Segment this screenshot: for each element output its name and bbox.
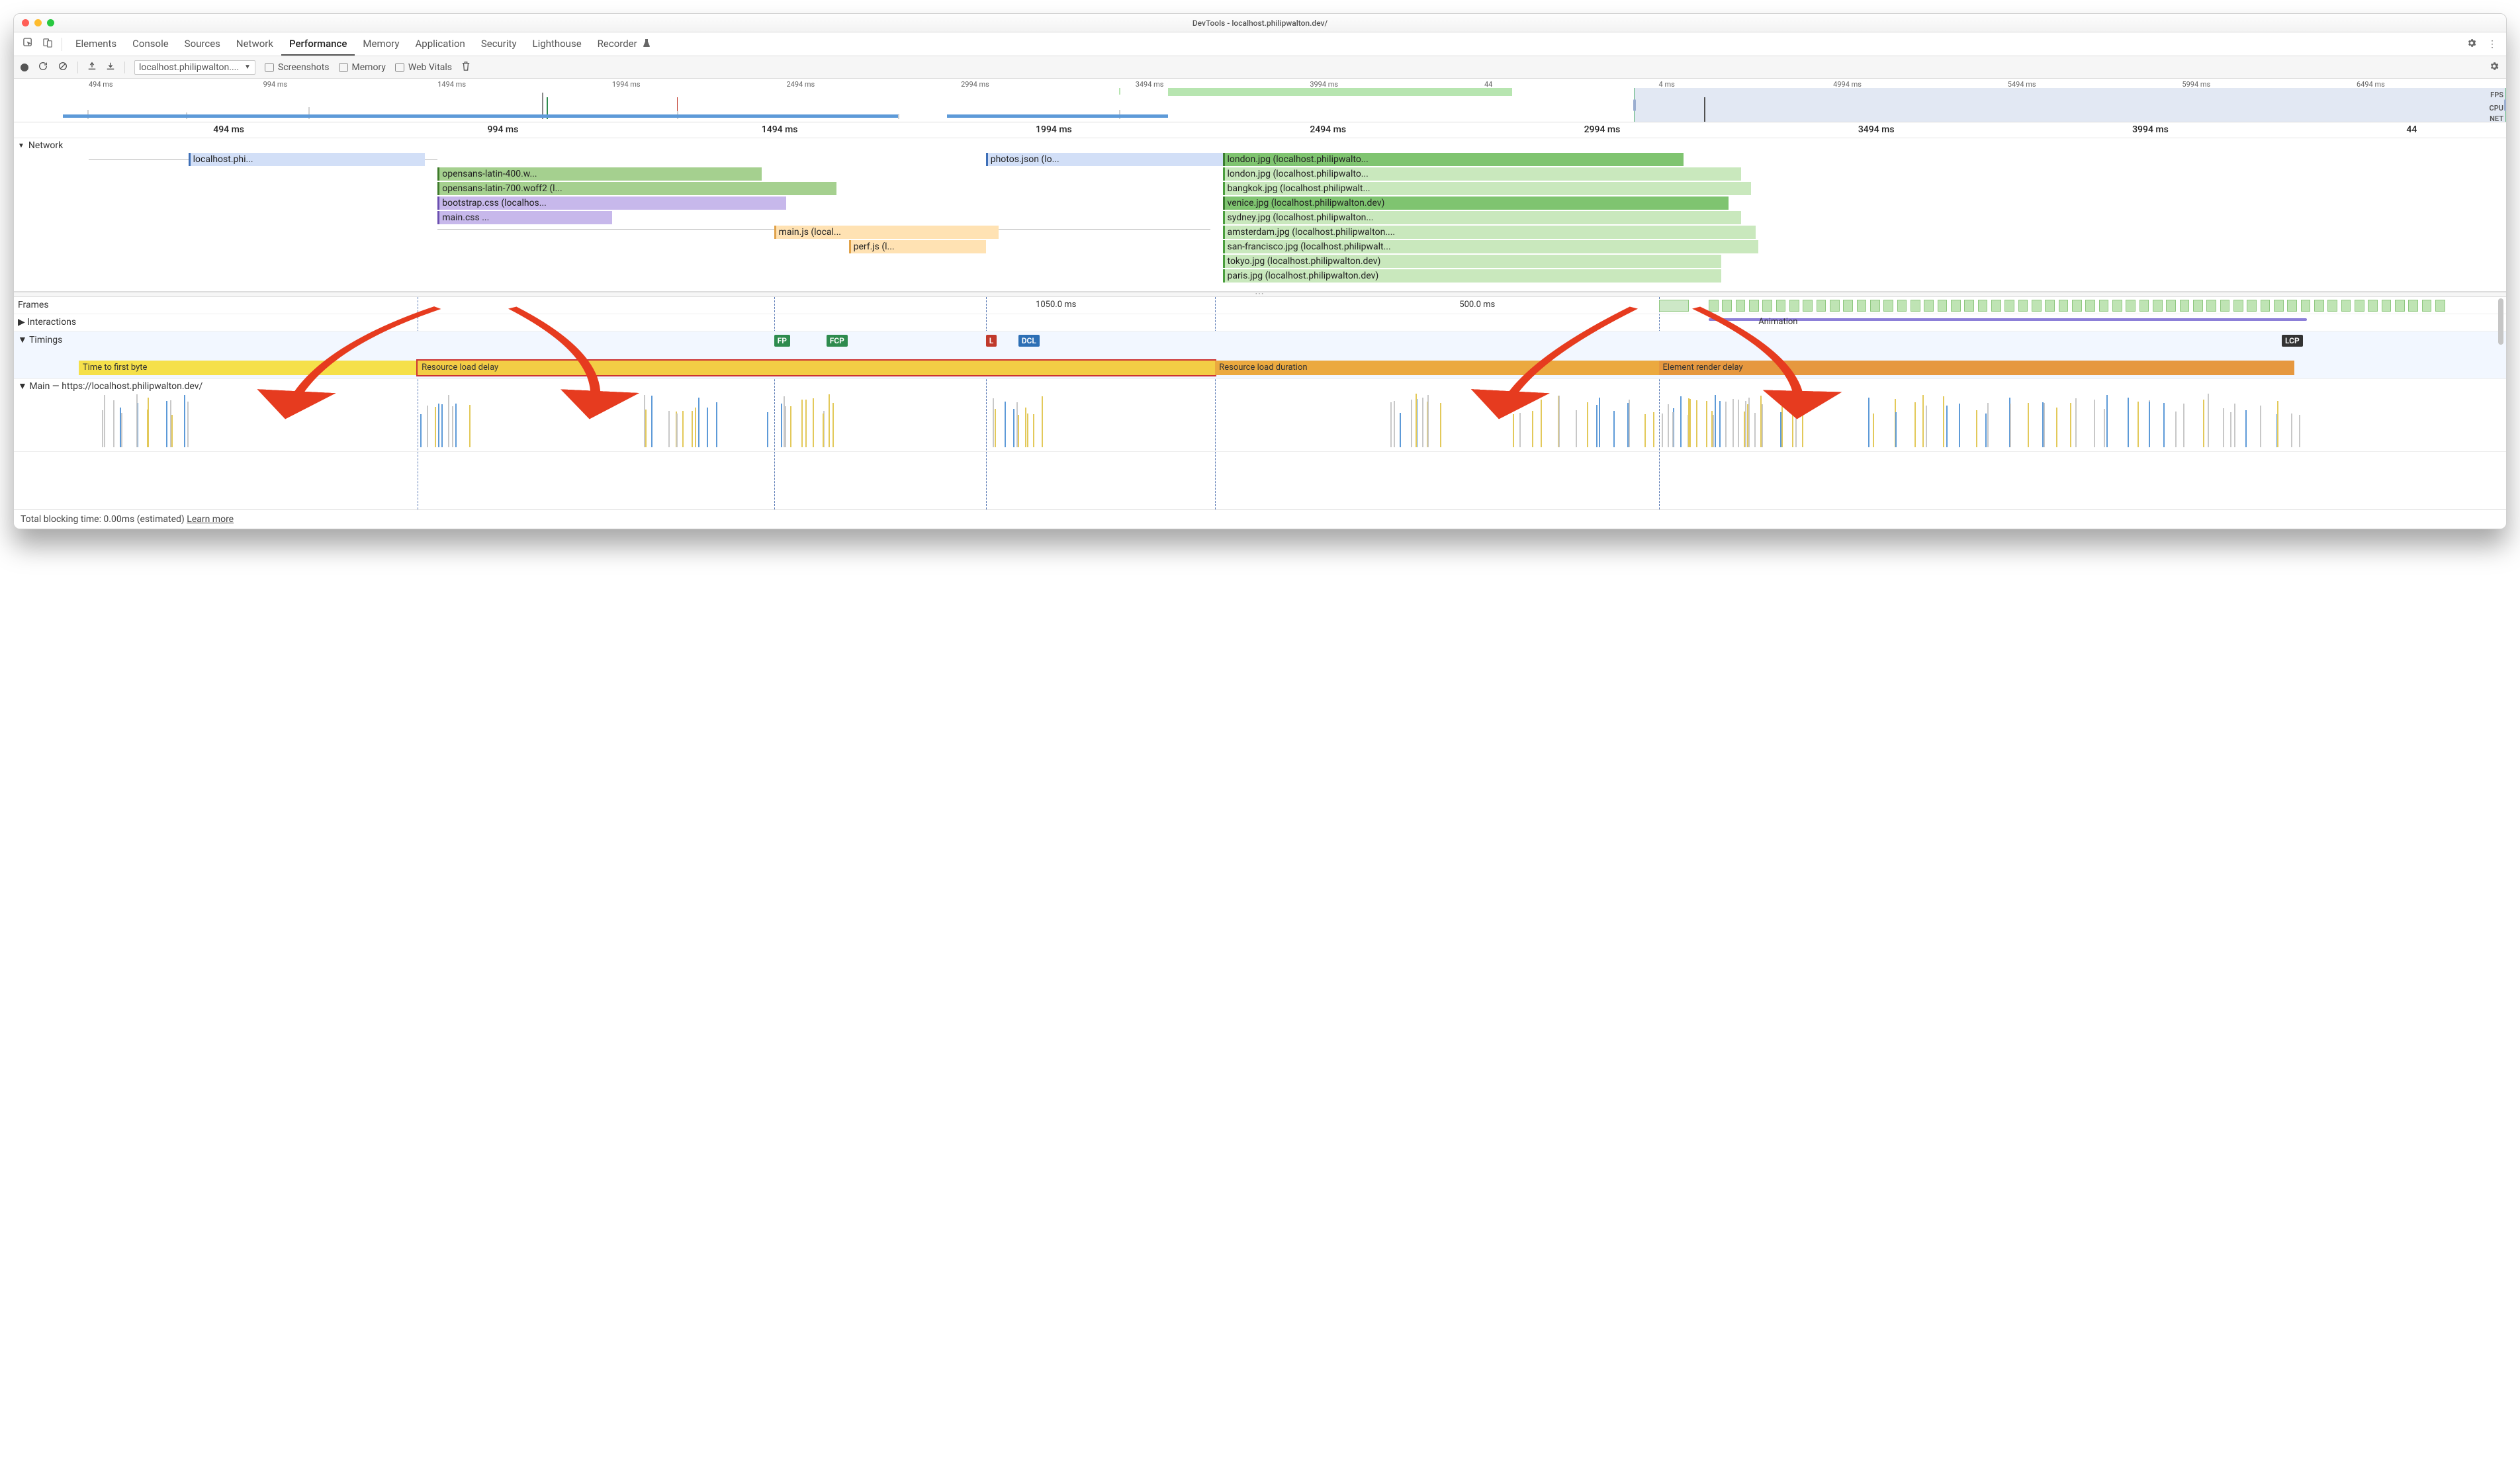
device-toggle-icon[interactable]	[39, 38, 56, 50]
animation-bar[interactable]	[1709, 318, 2307, 321]
network-request[interactable]: tokyo.jpg (localhost.philipwalton.dev)	[1223, 255, 1721, 268]
frames-track[interactable]: Frames 1050.0 ms 500.0 ms	[14, 297, 2506, 314]
tab-memory[interactable]: Memory	[355, 32, 407, 56]
network-request[interactable]: main.css ...	[437, 211, 612, 224]
profile-selector[interactable]: localhost.philipwalton.... ▼	[134, 60, 255, 75]
minimize-icon[interactable]	[34, 19, 42, 26]
learn-more-link[interactable]: Learn more	[187, 514, 234, 525]
ruler-tick: 1994 ms	[1036, 124, 1072, 135]
l-marker[interactable]: L	[986, 335, 997, 347]
tab-security[interactable]: Security	[473, 32, 525, 56]
more-menu-icon[interactable]: ⋮	[2484, 39, 2501, 50]
element-render-delay-segment[interactable]: Element render delay	[1659, 361, 2294, 375]
ruler-tick: 3494 ms	[1858, 124, 1895, 135]
network-track[interactable]: localhost.phi... opensans-latin-400.w...o…	[14, 153, 2506, 292]
settings-gear-icon[interactable]	[2462, 38, 2481, 51]
animation-label: Animation	[1758, 317, 1797, 327]
inspect-icon[interactable]	[19, 38, 36, 50]
network-track-header[interactable]: ▼ Network	[14, 138, 2506, 153]
tab-network[interactable]: Network	[228, 32, 281, 56]
total-blocking-time: Total blocking time: 0.00ms (estimated)	[21, 514, 185, 525]
ruler-tick: 44	[2406, 124, 2417, 135]
network-request[interactable]: paris.jpg (localhost.philipwalton.dev)	[1223, 269, 1721, 283]
clear-button[interactable]	[58, 61, 68, 74]
capture-settings-icon[interactable]	[2489, 61, 2499, 74]
devtools-window: DevTools - localhost.philipwalton.dev/ E…	[13, 13, 2507, 529]
overview-minimap[interactable]: 494 ms994 ms1494 ms1994 ms2494 ms2994 ms…	[14, 79, 2506, 122]
overview-cpu-label: CPU	[2490, 104, 2503, 112]
save-profile-button[interactable]	[106, 62, 115, 73]
interactions-track[interactable]: ▶ Interactions Animation	[14, 314, 2506, 331]
timeline-ruler[interactable]: 494 ms 994 ms 1494 ms 1994 ms 2494 ms 2994 ms…	[14, 122, 2506, 138]
network-request[interactable]: main.js (local...	[774, 226, 999, 239]
dcl-marker[interactable]: DCL	[1018, 335, 1040, 347]
network-request[interactable]: san-francisco.jpg (localhost.philipwalt.…	[1223, 240, 1759, 253]
network-request[interactable]: sydney.jpg (localhost.philipwalton...	[1223, 211, 1741, 224]
ruler-tick: 2494 ms	[1310, 124, 1346, 135]
network-request[interactable]: photos.json (lo...	[986, 153, 1223, 166]
ruler-tick: 3994 ms	[2132, 124, 2169, 135]
frame-duration-1: 1050.0 ms	[1036, 300, 1076, 310]
network-request[interactable]: opensans-latin-700.woff2 (l...	[437, 182, 836, 195]
ttfb-segment[interactable]: Time to first byte	[79, 361, 418, 375]
network-request[interactable]: amsterdam.jpg (localhost.philipwalton...…	[1223, 226, 1756, 239]
tab-application[interactable]: Application	[407, 32, 472, 56]
network-request[interactable]: london.jpg (localhost.philipwalto...	[1223, 167, 1741, 181]
bottom-tracks: Frames 1050.0 ms 500.0 ms ▶ Interactions…	[14, 297, 2506, 509]
screenshots-checkbox[interactable]: Screenshots	[265, 62, 330, 73]
network-request[interactable]: bangkok.jpg (localhost.philipwalt...	[1223, 182, 1751, 195]
profile-selector-value: localhost.philipwalton....	[139, 62, 239, 73]
maximize-icon[interactable]	[47, 19, 54, 26]
network-request[interactable]: venice.jpg (localhost.philipwalton.dev)	[1223, 196, 1729, 210]
reload-record-button[interactable]	[38, 61, 48, 74]
recorder-flask-icon	[643, 38, 651, 50]
horizontal-resizer[interactable]	[14, 292, 2506, 297]
panel-tabs: ElementsConsoleSourcesNetworkPerformance…	[14, 32, 2506, 56]
overview-fps-label: FPS	[2490, 91, 2503, 99]
ruler-tick: 494 ms	[213, 124, 244, 135]
vertical-scrollbar[interactable]	[2498, 297, 2503, 509]
disclosure-triangle-icon: ▼	[18, 142, 24, 150]
performance-toolbar: localhost.philipwalton.... ▼ Screenshots…	[14, 56, 2506, 79]
fp-marker[interactable]: FP	[774, 335, 790, 347]
trash-icon[interactable]	[461, 61, 471, 74]
footer: Total blocking time: 0.00ms (estimated) …	[14, 509, 2506, 529]
window-title: DevTools - localhost.philipwalton.dev/	[1192, 19, 1328, 28]
record-button[interactable]	[21, 64, 28, 71]
ruler-tick: 994 ms	[488, 124, 519, 135]
frame-duration-2: 500.0 ms	[1459, 300, 1495, 310]
fcp-marker[interactable]: FCP	[827, 335, 848, 347]
lcp-marker[interactable]: LCP	[2282, 335, 2303, 347]
tab-lighthouse[interactable]: Lighthouse	[525, 32, 590, 56]
web-vitals-checkbox[interactable]: Web Vitals	[395, 62, 452, 73]
overview-viewport[interactable]	[1634, 88, 2506, 122]
network-request[interactable]: opensans-latin-400.w...	[437, 167, 762, 181]
tab-recorder[interactable]: Recorder	[590, 32, 645, 56]
ruler-tick: 2994 ms	[1584, 124, 1621, 135]
close-icon[interactable]	[22, 19, 29, 26]
titlebar[interactable]: DevTools - localhost.philipwalton.dev/	[14, 14, 2506, 32]
main-track[interactable]: ▼ Main — https://localhost.philipwalton.…	[14, 379, 2506, 452]
tab-performance[interactable]: Performance	[281, 32, 355, 56]
resource-load-delay-segment[interactable]: Resource load delay	[418, 361, 1215, 375]
network-request[interactable]: localhost.phi...	[189, 153, 426, 166]
network-request[interactable]: perf.js (l...	[849, 240, 986, 253]
network-request[interactable]: london.jpg (localhost.philipwalto...	[1223, 153, 1684, 166]
memory-checkbox[interactable]: Memory	[339, 62, 386, 73]
resource-load-duration-segment[interactable]: Resource load duration	[1215, 361, 1658, 375]
tab-elements[interactable]: Elements	[68, 32, 124, 56]
tab-console[interactable]: Console	[124, 32, 177, 56]
dropdown-icon: ▼	[244, 64, 251, 71]
frames-label: Frames	[18, 300, 49, 310]
load-profile-button[interactable]	[87, 62, 97, 73]
tab-sources[interactable]: Sources	[177, 32, 228, 56]
timings-track[interactable]: ▼ Timings FP FCP L DCL LCP Time to first…	[14, 331, 2506, 379]
network-request[interactable]: bootstrap.css (localhos...	[437, 196, 786, 210]
ruler-tick: 1494 ms	[762, 124, 798, 135]
